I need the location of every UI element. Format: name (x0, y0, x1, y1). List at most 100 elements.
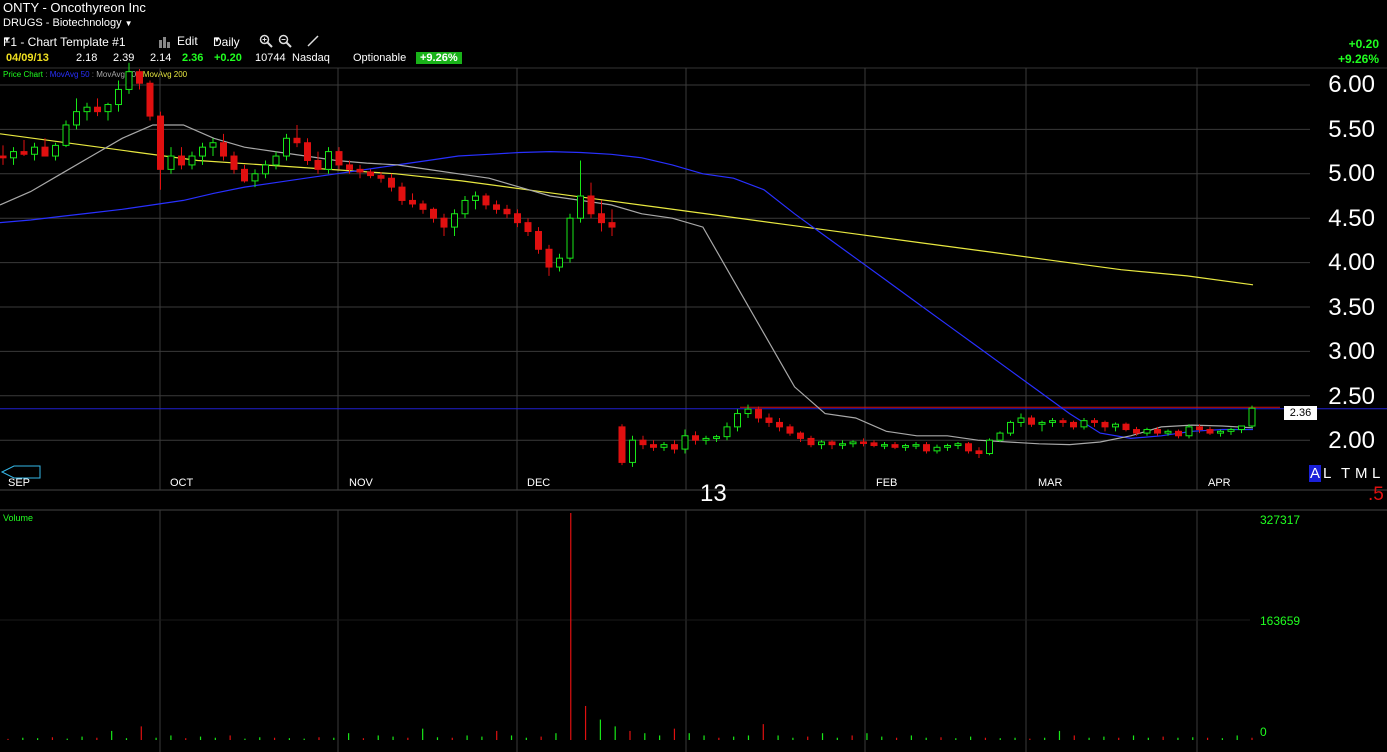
candle-body (136, 71, 143, 84)
candle-body (1196, 426, 1203, 431)
timeframe-t[interactable]: T (1341, 465, 1350, 482)
candle-body (660, 444, 668, 448)
timeframe-half[interactable]: .5 (1368, 484, 1384, 506)
candle-body (524, 222, 532, 233)
candle-body (587, 195, 595, 215)
candle-body (755, 408, 762, 419)
candle-body (776, 421, 783, 428)
timeframe-l2[interactable]: L (1372, 465, 1380, 482)
price-tick: 4.50 (1328, 205, 1375, 232)
month-label: DEC (527, 477, 551, 489)
price-tick: 3.50 (1328, 294, 1375, 321)
candle-body (713, 436, 720, 439)
candle-body (325, 151, 332, 170)
candle-body (944, 445, 951, 448)
candle-body (367, 171, 374, 177)
candle-body (598, 213, 605, 224)
candle-body (419, 203, 427, 210)
candle-body (1017, 417, 1025, 423)
candle-body (1091, 420, 1098, 423)
candle-body (1143, 429, 1151, 434)
candle-body (1049, 420, 1056, 423)
candle-body (388, 177, 395, 188)
timeframe-m[interactable]: M (1355, 465, 1368, 482)
price-tick: 5.00 (1328, 160, 1375, 187)
candle-body (556, 257, 563, 268)
volume-max: 327317 (1260, 513, 1301, 527)
candle-body (933, 446, 941, 452)
candle-body (975, 450, 983, 455)
month-label: SEP (8, 477, 31, 489)
candle-body (178, 155, 185, 166)
candle-body (765, 417, 773, 423)
candle-body (461, 199, 469, 215)
candle-body (818, 441, 825, 446)
candle-body (618, 426, 626, 463)
volume-mid: 163659 (1260, 614, 1301, 628)
candle-body (1164, 430, 1172, 434)
candle-body (986, 439, 993, 455)
candle-body (251, 173, 259, 182)
candle-body (335, 151, 343, 166)
candle-body (1206, 429, 1214, 434)
candle-body (1122, 423, 1130, 431)
ma20-line (0, 124, 1254, 446)
candle-body (639, 439, 647, 446)
candle-body (146, 82, 154, 117)
timeframe-l[interactable]: L (1323, 465, 1331, 482)
candle-body (356, 168, 364, 173)
candle-body (304, 142, 311, 161)
candle-body (671, 444, 678, 450)
candle-body (545, 248, 553, 268)
current-price-tag: 2.36 (1284, 406, 1317, 420)
candle-body (62, 124, 70, 146)
candle-body (1112, 423, 1119, 428)
candle-body (493, 204, 500, 210)
candle-body (1238, 425, 1245, 431)
candle-body (1059, 420, 1067, 423)
candle-body (199, 146, 206, 157)
volume-title: Volume (3, 513, 34, 523)
timeframe-a[interactable]: A (1309, 465, 1321, 482)
candle-body (409, 199, 416, 205)
price-tick: 4.00 (1328, 249, 1375, 276)
candle-body (1175, 430, 1182, 437)
candle-body (1185, 426, 1193, 437)
candle-body (125, 71, 133, 90)
month-label: OCT (170, 477, 194, 489)
candle-body (115, 88, 122, 106)
candle-body (1248, 407, 1256, 427)
candle-body (241, 168, 248, 182)
candle-body (451, 213, 458, 228)
candle-body (472, 195, 479, 201)
candle-body (828, 441, 836, 446)
candle-body (923, 444, 930, 452)
candle-body (503, 208, 511, 215)
candle-body (430, 208, 437, 219)
candle-body (52, 144, 59, 157)
candle-body (797, 432, 804, 439)
candle-body (965, 443, 972, 452)
candle-body (954, 443, 962, 447)
candle-body (440, 217, 448, 228)
candle-body (1154, 429, 1161, 434)
candle-body (514, 213, 521, 224)
candle-body (849, 441, 857, 445)
candle-body (0, 155, 7, 159)
candle-body (104, 104, 112, 113)
candle-body (577, 195, 584, 219)
candle-body (272, 155, 280, 166)
candle-body (293, 137, 301, 144)
month-label: APR (1208, 477, 1231, 489)
price-tick: 6.00 (1328, 71, 1375, 98)
candle-body (283, 137, 290, 157)
candle-body (10, 151, 17, 159)
candle-body (167, 155, 175, 170)
candle-body (744, 408, 752, 415)
candle-body (1217, 430, 1224, 434)
price-volume-chart[interactable] (0, 0, 1387, 752)
candle-body (860, 441, 867, 444)
candle-body (996, 432, 1004, 441)
candle-body (398, 186, 406, 201)
candle-body (262, 164, 269, 175)
